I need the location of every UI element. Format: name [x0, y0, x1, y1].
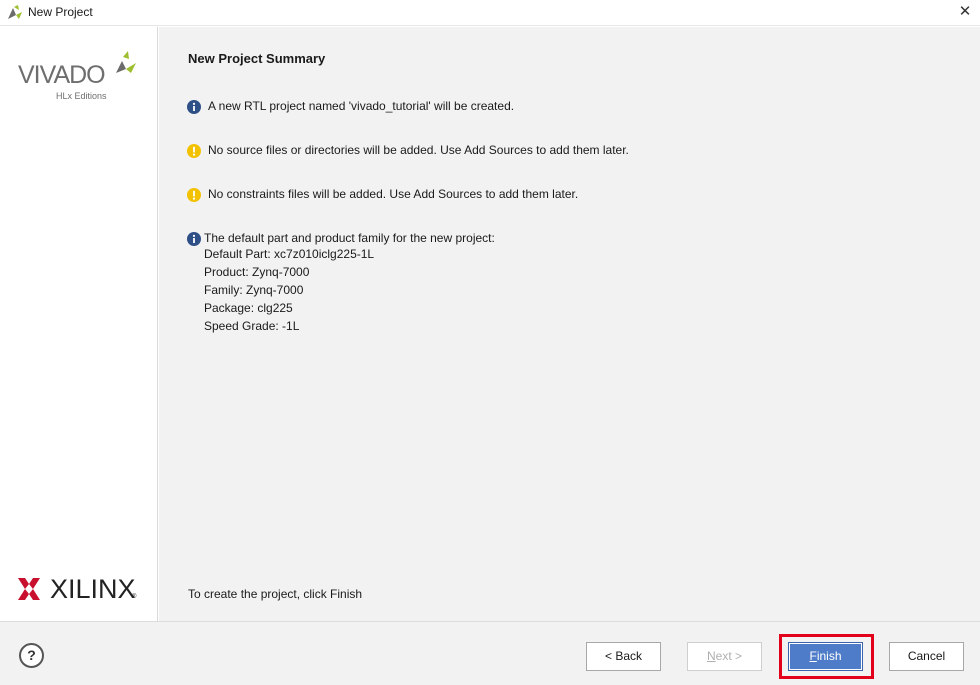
xilinx-x-icon: [18, 578, 40, 600]
back-button[interactable]: < Back: [586, 642, 661, 671]
title-bar: New Project ✕: [0, 0, 980, 26]
xilinx-logo: XILINX ®: [18, 574, 148, 604]
finish-instruction: To create the project, click Finish: [188, 587, 363, 601]
xilinx-wordmark: XILINX: [50, 574, 136, 604]
speed-grade-line: Speed Grade: -1L: [204, 319, 300, 333]
warning-icon: [187, 144, 201, 158]
vivado-edition-label: HLx Editions: [56, 91, 107, 101]
package-line: Package: clg225: [204, 301, 293, 315]
vivado-wordmark: VIVADO: [18, 61, 106, 89]
summary-panel: New Project Summary A new RTL project na…: [159, 27, 980, 621]
next-mnemonic: N: [706, 649, 716, 663]
info-icon: [187, 232, 201, 246]
family-line: Family: Zynq-7000: [204, 283, 304, 297]
message-no-sources: No source files or directories will be a…: [187, 143, 629, 159]
cancel-button[interactable]: Cancel: [889, 642, 964, 671]
help-icon[interactable]: ?: [19, 643, 44, 668]
message-text: No constraints files will be added. Use …: [208, 187, 579, 201]
message-no-constraints: No constraints files will be added. Use …: [187, 187, 578, 203]
finish-button[interactable]: Finish: [788, 642, 863, 671]
product-line: Product: Zynq-7000: [204, 265, 310, 279]
message-text: No source files or directories will be a…: [208, 143, 629, 157]
finish-mnemonic: F: [809, 649, 817, 663]
vivado-leaf-icon: [116, 51, 136, 73]
registered-mark: ®: [132, 594, 137, 600]
message-project-created: A new RTL project named 'vivado_tutorial…: [187, 99, 514, 115]
button-bar: ? < Back Next > Finish Cancel: [0, 621, 980, 685]
window-title: New Project: [28, 5, 93, 19]
finish-label: inish: [816, 649, 842, 663]
part-details: Default Part: xc7z010iclg225-1L Product:…: [204, 245, 374, 335]
branding-panel: VIVADO HLx Editions XILINX ®: [0, 27, 158, 621]
default-part-line: Default Part: xc7z010iclg225-1L: [204, 247, 375, 261]
info-icon: [187, 100, 201, 114]
vivado-app-icon: [8, 5, 22, 19]
next-button[interactable]: Next >: [687, 642, 762, 671]
close-icon[interactable]: ✕: [954, 1, 976, 23]
warning-icon: [187, 188, 201, 202]
message-text: A new RTL project named 'vivado_tutorial…: [208, 99, 515, 113]
vivado-logo: VIVADO HLx Editions: [18, 49, 148, 109]
page-title: New Project Summary: [188, 51, 326, 66]
next-label: ext >: [715, 649, 743, 663]
